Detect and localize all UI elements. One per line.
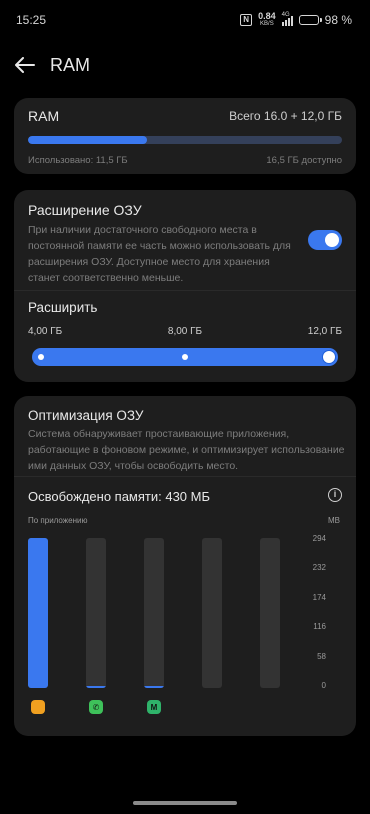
chart-xlabel: По приложению — [28, 516, 88, 525]
nfc-icon: N — [240, 14, 253, 26]
whatsapp-icon: ✆ — [89, 700, 103, 714]
slider-stop-8gb[interactable] — [182, 354, 188, 360]
ram-optimization-card: Оптимизация ОЗУ Система обнаруживает про… — [14, 396, 356, 736]
chart-bar — [260, 538, 280, 688]
expand-label: Расширить — [28, 300, 98, 315]
ram-expansion-card: Расширение ОЗУ При наличии достаточного … — [14, 190, 356, 382]
expand-option-12gb[interactable]: 12,0 ГБ — [308, 326, 342, 337]
chart-bar — [202, 538, 222, 688]
expand-option-8gb[interactable]: 8,00 ГБ — [168, 326, 202, 337]
y-tick-label: 116 — [313, 622, 326, 632]
expand-size-slider[interactable] — [32, 348, 338, 366]
status-bar: 15:25 N 0.84 KB/S 4G 98 % — [0, 0, 370, 40]
ram-title: RAM — [28, 108, 60, 124]
expansion-title: Расширение ОЗУ — [28, 202, 142, 218]
y-tick-label: 58 — [317, 651, 326, 661]
y-tick-label: 232 — [312, 563, 326, 573]
ram-used-label: Использовано: 11,5 ГБ — [28, 155, 128, 166]
battery-percent: 98 % — [324, 13, 352, 27]
status-time: 15:25 — [16, 13, 47, 27]
ram-usage-bar — [28, 136, 342, 144]
network-speed-unit: KB/S — [260, 21, 274, 27]
back-button[interactable] — [14, 54, 36, 76]
chart-bar — [28, 538, 48, 688]
home-indicator[interactable] — [133, 801, 237, 805]
chart-bar-value — [28, 538, 48, 688]
expansion-description: При наличии достаточного свободного мест… — [28, 224, 291, 284]
chart-ylabel: MB — [328, 516, 340, 525]
info-icon[interactable]: i — [328, 488, 342, 502]
chart-bar-value — [86, 685, 106, 688]
expansion-toggle[interactable] — [308, 230, 342, 250]
ram-total: Всего 16.0 + 12,0 ГБ — [229, 109, 342, 123]
signal-icon: 4G — [281, 11, 293, 26]
y-tick-label: 294 — [312, 534, 326, 543]
slider-thumb[interactable] — [323, 351, 335, 363]
optimization-title: Оптимизация ОЗУ — [28, 408, 144, 423]
network-type: 4G — [281, 11, 290, 18]
chart-y-axis: 294 232 174 116 58 0 — [313, 534, 326, 690]
optimization-description: Система обнаруживает простаивающие прило… — [28, 428, 345, 472]
status-icons: N 0.84 KB/S 4G 98 % — [240, 12, 352, 28]
chart-bar — [144, 538, 164, 688]
network-speed: 0.84 KB/S — [258, 12, 276, 28]
ram-available-label: 16,5 ГБ доступно — [266, 155, 342, 166]
freed-memory-label: Освобождено памяти: 430 МБ — [28, 489, 211, 504]
y-tick-label: 174 — [312, 592, 326, 602]
slider-stop-4gb[interactable] — [38, 354, 44, 360]
expand-size-ticks: 4,00 ГБ 8,00 ГБ 12,0 ГБ — [28, 326, 342, 337]
memory-chart — [28, 538, 298, 688]
header: RAM — [0, 50, 370, 80]
ram-card: RAM Всего 16.0 + 12,0 ГБ Использовано: 1… — [14, 98, 356, 174]
page-title: RAM — [50, 54, 90, 75]
divider — [14, 290, 356, 291]
network-speed-value: 0.84 — [258, 11, 276, 21]
app-3-icon: M — [147, 700, 161, 714]
expand-option-4gb[interactable]: 4,00 ГБ — [28, 326, 62, 337]
divider — [14, 476, 356, 477]
app-1-icon — [31, 700, 45, 714]
toggle-knob — [325, 233, 339, 247]
battery-icon — [298, 15, 322, 25]
y-tick-label: 0 — [321, 680, 326, 690]
chart-bar-value — [144, 685, 164, 688]
arrow-left-icon — [15, 57, 35, 73]
ram-used-fill — [28, 136, 148, 144]
chart-bar — [86, 538, 106, 688]
